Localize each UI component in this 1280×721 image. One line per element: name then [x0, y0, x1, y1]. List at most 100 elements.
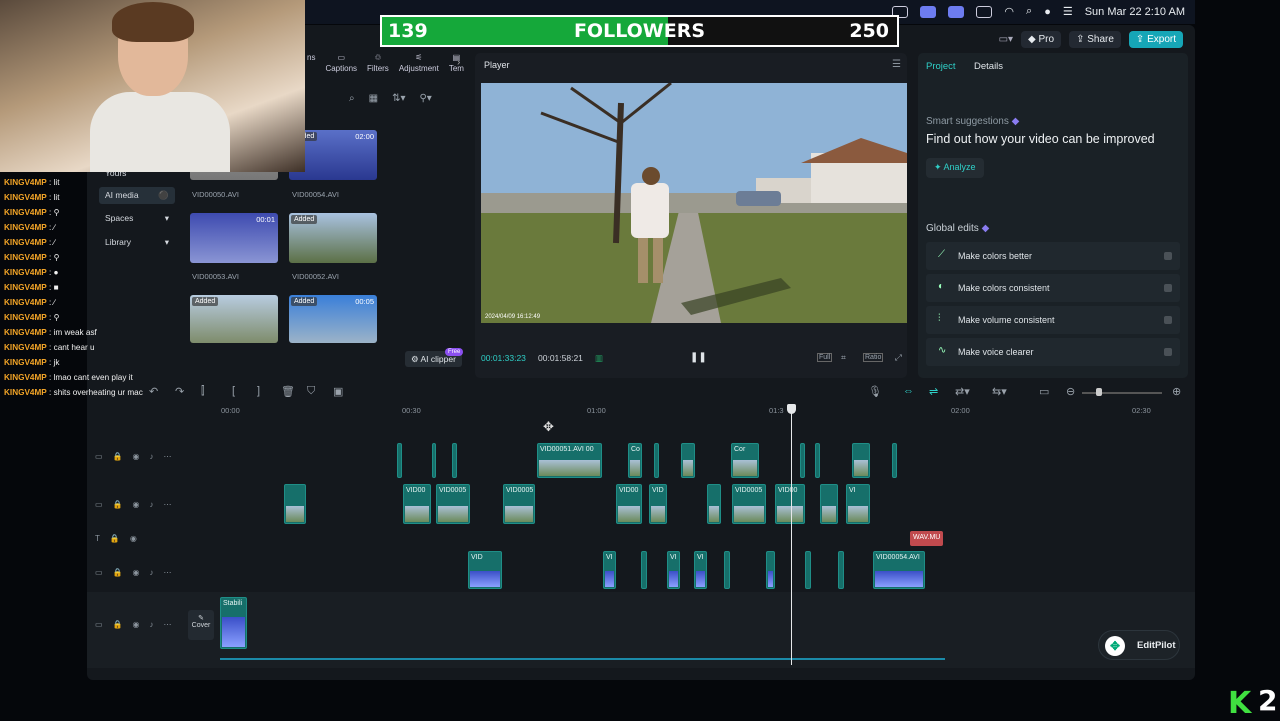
- timeline-clip[interactable]: VID0005: [503, 484, 535, 524]
- share-button[interactable]: ⇪ Share: [1069, 31, 1121, 48]
- edit-make-voice-clearer[interactable]: ∿ Make voice clearer: [926, 338, 1180, 366]
- chain-icon[interactable]: ⇄▾: [955, 385, 970, 398]
- media-thumb[interactable]: Added 00:05: [289, 295, 377, 343]
- timeline-clip[interactable]: VID00: [616, 484, 642, 524]
- playhead-handle[interactable]: [787, 404, 796, 414]
- timeline-clip[interactable]: [641, 551, 647, 589]
- timeline-clip[interactable]: VID00054.AVI: [873, 551, 925, 589]
- timeline-clip[interactable]: [432, 443, 436, 478]
- timeline-clip[interactable]: VID00: [403, 484, 431, 524]
- chevron-right-icon[interactable]: ›: [457, 57, 460, 68]
- microphone-icon[interactable]: 🎙: [868, 385, 882, 398]
- timeline-clip[interactable]: VID: [468, 551, 502, 589]
- tab-adjustment[interactable]: ⚟ Adjustment: [399, 53, 439, 79]
- split-icon[interactable]: ⫿: [201, 385, 205, 398]
- tab-details[interactable]: Details: [974, 61, 1003, 72]
- timeline-clip[interactable]: [452, 443, 457, 478]
- timeline-clip[interactable]: [654, 443, 659, 478]
- timeline-clip[interactable]: VI: [846, 484, 870, 524]
- screen-record-icon[interactable]: [920, 5, 937, 18]
- siri-icon[interactable]: ●: [1044, 6, 1051, 18]
- audio-icon[interactable]: ♪: [150, 568, 154, 577]
- more-icon[interactable]: ⋯: [164, 500, 172, 509]
- pause-button[interactable]: ❚❚: [690, 352, 707, 363]
- timeline-clip[interactable]: [815, 443, 820, 478]
- playhead[interactable]: [791, 405, 792, 665]
- audio-icon[interactable]: ♪: [150, 452, 154, 461]
- eye-icon[interactable]: ◉: [133, 452, 140, 461]
- search-icon[interactable]: ⌕: [1026, 5, 1032, 18]
- timeline-ruler[interactable]: 00:00 00:30 01:00 01:3 02:00 02:30: [184, 405, 1184, 419]
- media-thumb[interactable]: Added: [289, 213, 377, 263]
- lock-icon[interactable]: 🔒: [113, 500, 123, 509]
- filter-icon[interactable]: ⚲▾: [419, 93, 431, 104]
- search-icon[interactable]: ⌕: [349, 93, 355, 104]
- link-icon[interactable]: ⇔: [903, 385, 914, 397]
- toggle[interactable]: [1164, 252, 1172, 260]
- timeline-clip[interactable]: VID0005: [732, 484, 766, 524]
- cover-button[interactable]: ✎ Cover: [188, 610, 214, 640]
- text-clip[interactable]: WAV.MU: [910, 531, 943, 546]
- tab-project[interactable]: Project: [926, 61, 956, 72]
- magnet-icon[interactable]: ⇌: [929, 385, 938, 398]
- more-icon[interactable]: ⋯: [164, 452, 172, 461]
- timeline-clip[interactable]: [820, 484, 838, 524]
- timeline-clip[interactable]: [284, 484, 306, 524]
- battery-icon[interactable]: [976, 5, 993, 18]
- toggle[interactable]: [1164, 316, 1172, 324]
- shield-icon[interactable]: ⛉: [307, 385, 315, 398]
- edit-make-colors-consistent[interactable]: ◐ Make colors consistent: [926, 274, 1180, 302]
- toggle[interactable]: [1164, 284, 1172, 292]
- pro-button[interactable]: ◆ Pro: [1021, 31, 1062, 48]
- media-thumb[interactable]: 00:01: [190, 213, 278, 263]
- zoom-out-icon[interactable]: ⊖: [1066, 385, 1075, 398]
- media-thumb[interactable]: Added: [190, 295, 278, 343]
- timeline-clip[interactable]: [707, 484, 721, 524]
- edit-make-volume-consistent[interactable]: ⫶ Make volume consistent: [926, 306, 1180, 334]
- timeline-clip[interactable]: Cor: [731, 443, 759, 478]
- screen-icon[interactable]: ▣: [333, 385, 343, 398]
- eye-icon[interactable]: ◉: [133, 568, 140, 577]
- more-icon[interactable]: ⋯: [164, 620, 172, 629]
- lock-icon[interactable]: 🔒: [113, 452, 123, 461]
- window-icon[interactable]: [948, 5, 965, 18]
- timeline-clip[interactable]: VID00: [775, 484, 805, 524]
- eye-icon[interactable]: ◉: [130, 534, 137, 543]
- clock[interactable]: Sun Mar 22 2:10 AM: [1085, 6, 1185, 18]
- timeline-clip[interactable]: VID0005: [436, 484, 470, 524]
- delete-icon[interactable]: 🗑: [281, 385, 295, 398]
- timeline-clip[interactable]: VI: [603, 551, 616, 589]
- eye-icon[interactable]: ◉: [133, 500, 140, 509]
- audio-icon[interactable]: ♪: [150, 620, 154, 629]
- lock-icon[interactable]: 🔒: [110, 534, 120, 543]
- timeline-clip[interactable]: [800, 443, 805, 478]
- zoom-in-icon[interactable]: ⊕: [1172, 385, 1181, 398]
- redo-icon[interactable]: ↷: [175, 385, 184, 398]
- ratio-button[interactable]: Ratio: [863, 353, 884, 362]
- timeline-clip[interactable]: VI: [667, 551, 680, 589]
- wifi-icon[interactable]: ◠: [1004, 5, 1014, 18]
- audio-icon[interactable]: ♪: [150, 500, 154, 509]
- timeline-clip[interactable]: [397, 443, 402, 478]
- timeline-clip[interactable]: [852, 443, 870, 478]
- lock-icon[interactable]: 🔒: [113, 568, 123, 577]
- timeline-clip[interactable]: VI: [694, 551, 707, 589]
- tab-filters[interactable]: ♲ Filters: [367, 53, 389, 79]
- timeline-clip[interactable]: [681, 443, 695, 478]
- timeline-clip[interactable]: [724, 551, 730, 589]
- timeline-clip[interactable]: [838, 551, 844, 589]
- sort-icon[interactable]: ⇅▾: [392, 93, 405, 104]
- split-left-icon[interactable]: [: [232, 385, 235, 397]
- editpilot-button[interactable]: ✥ EditPilot: [1098, 630, 1180, 660]
- layout-icon[interactable]: ▭▾: [999, 34, 1013, 45]
- lock-icon[interactable]: 🔒: [113, 620, 123, 629]
- analyze-button[interactable]: ✦ Analyze: [926, 158, 984, 178]
- timeline-clip[interactable]: VID: [649, 484, 667, 524]
- timeline-clip[interactable]: Stabili: [220, 597, 247, 649]
- timeline-clip[interactable]: [805, 551, 811, 589]
- edit-make-colors-better[interactable]: ⟋ Make colors better: [926, 242, 1180, 270]
- crop-icon[interactable]: ⌗: [841, 352, 846, 363]
- full-button[interactable]: Full: [817, 353, 833, 362]
- split-right-icon[interactable]: ]: [257, 385, 260, 397]
- toggle[interactable]: [1164, 348, 1172, 356]
